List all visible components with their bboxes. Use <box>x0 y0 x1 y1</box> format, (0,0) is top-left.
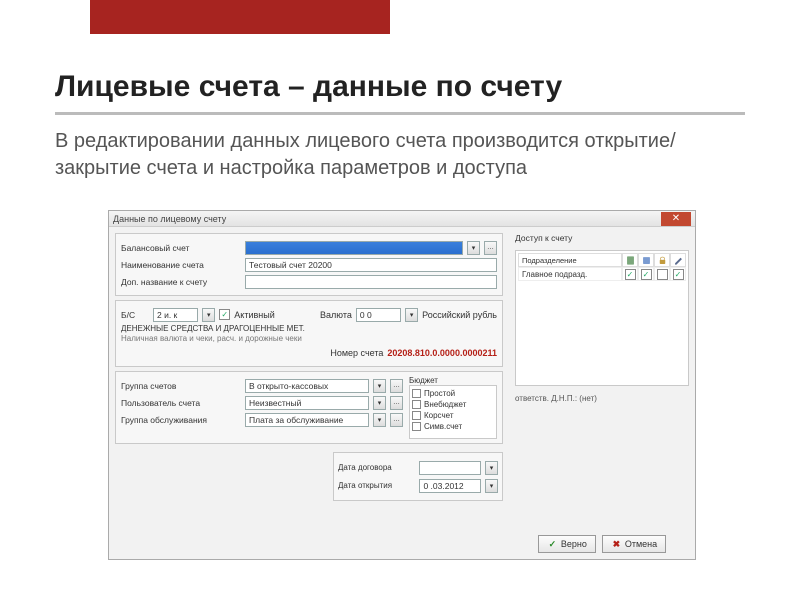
active-checkbox[interactable]: ✓ <box>219 309 230 320</box>
label-account-name: Наименование счета <box>121 260 241 270</box>
list-item: Корсчет <box>412 410 494 421</box>
label-date-contract: Дата договора <box>338 463 415 472</box>
budget-list[interactable]: Простой Внебюджет Корсчет Симв.счет <box>409 385 497 439</box>
bs-input[interactable]: 2 и. к <box>153 308 198 322</box>
account-section-title: ДЕНЕЖНЫЕ СРЕДСТВА И ДРАГОЦЕННЫЕ МЕТ. <box>121 324 497 334</box>
group-service-lookup[interactable]: … <box>390 413 403 427</box>
col-department[interactable]: Подразделение <box>518 253 622 267</box>
slide-subtitle: В редактировании данных лицевого счета п… <box>55 128 735 182</box>
date-open-input[interactable]: 0 .03.2012 <box>419 479 481 493</box>
balance-account-dropdown[interactable]: ▾ <box>467 241 480 255</box>
access-check-1[interactable]: ✓ <box>625 269 636 280</box>
slide-title: Лицевые счета – данные по счету <box>55 70 562 104</box>
date-open-picker[interactable]: ▾ <box>485 479 498 493</box>
label-balance-account: Балансовый счет <box>121 243 241 253</box>
checkbox-icon[interactable] <box>412 422 421 431</box>
balance-account-input[interactable] <box>245 241 463 255</box>
checkbox-icon[interactable] <box>412 411 421 420</box>
account-window: Данные по лицевому счету ✕ Балансовый сч… <box>108 210 696 560</box>
check-icon: ✓ <box>547 539 558 550</box>
access-table-body[interactable] <box>518 281 686 383</box>
access-check-2[interactable]: ✓ <box>641 269 652 280</box>
group-account-params: Б/С 2 и. к ▾ ✓ Активный Валюта 0 0 ▾ Рос… <box>115 300 503 367</box>
label-account-number: Номер счета <box>330 348 383 358</box>
slide-banner <box>90 0 390 34</box>
user-input[interactable]: Неизвестный <box>245 396 369 410</box>
user-dropdown[interactable]: ▾ <box>373 396 386 410</box>
cancel-icon: ✖ <box>611 539 622 550</box>
cancel-button[interactable]: ✖ Отмена <box>602 535 666 553</box>
group-service-input[interactable]: Плата за обслуживание <box>245 413 369 427</box>
col-view-icon[interactable] <box>622 253 638 267</box>
date-contract-input[interactable] <box>419 461 481 475</box>
account-number: 20208.810.0.0000.0000211 <box>387 348 497 358</box>
checkbox-icon[interactable] <box>412 389 421 398</box>
group-dates: Дата договора ▾ Дата открытия 0 .03.2012… <box>333 452 503 501</box>
table-row[interactable]: Главное подразд. ✓ ✓ ✓ <box>518 267 686 281</box>
col-book-icon[interactable] <box>638 253 654 267</box>
access-table: Подразделение Главное подразд. ✓ ✓ ✓ <box>515 250 689 386</box>
group-acct-input[interactable]: В открыто-кассовых <box>245 379 369 393</box>
label-access: Доступ к счету <box>515 233 572 243</box>
list-item: Внебюджет <box>412 399 494 410</box>
user-lookup[interactable]: … <box>390 396 403 410</box>
ok-button[interactable]: ✓ Верно <box>538 535 596 553</box>
currency-code-input[interactable]: 0 0 <box>356 308 401 322</box>
currency-dropdown[interactable]: ▾ <box>405 308 418 322</box>
group-account-settings: Группа счетов В открыто-кассовых ▾ … Пол… <box>115 371 503 444</box>
account-section-sub: Наличная валюта и чеки, расч. и дорожные… <box>121 334 497 344</box>
date-contract-picker[interactable]: ▾ <box>485 461 498 475</box>
list-item: Простой <box>412 388 494 399</box>
label-group-acct: Группа счетов <box>121 381 241 391</box>
label-user: Пользователь счета <box>121 398 241 408</box>
label-bs: Б/С <box>121 310 149 320</box>
access-check-4[interactable]: ✓ <box>673 269 684 280</box>
window-title: Данные по лицевому счету <box>113 214 661 224</box>
label-signature: ответств. Д.Н.П.: <box>515 394 577 403</box>
label-client-doc: Доп. название к счету <box>121 277 241 287</box>
bs-dropdown[interactable]: ▾ <box>202 308 215 322</box>
list-item: Симв.счет <box>412 421 494 432</box>
balance-account-lookup[interactable]: … <box>484 241 497 255</box>
group-acct-dropdown[interactable]: ▾ <box>373 379 386 393</box>
group-acct-lookup[interactable]: … <box>390 379 403 393</box>
account-name-input[interactable]: Тестовый счет 20200 <box>245 258 497 272</box>
checkbox-icon[interactable] <box>412 400 421 409</box>
label-active: Активный <box>234 310 274 320</box>
close-button[interactable]: ✕ <box>661 212 691 226</box>
label-currency: Валюта <box>320 310 352 320</box>
label-date-open: Дата открытия <box>338 481 415 490</box>
col-lock-icon[interactable] <box>654 253 670 267</box>
window-titlebar: Данные по лицевому счету ✕ <box>109 211 695 227</box>
signature-value: (нет) <box>579 394 597 403</box>
group-account-main: Балансовый счет ▾ … Наименование счета Т… <box>115 233 503 296</box>
client-doc-input[interactable] <box>245 275 497 289</box>
label-group-service: Группа обслуживания <box>121 415 241 425</box>
col-pen-icon[interactable] <box>670 253 686 267</box>
currency-name: Российский рубль <box>422 310 497 320</box>
group-service-dropdown[interactable]: ▾ <box>373 413 386 427</box>
title-underline <box>55 112 745 115</box>
label-budget: Бюджет <box>409 376 497 385</box>
access-check-3[interactable] <box>657 269 668 280</box>
